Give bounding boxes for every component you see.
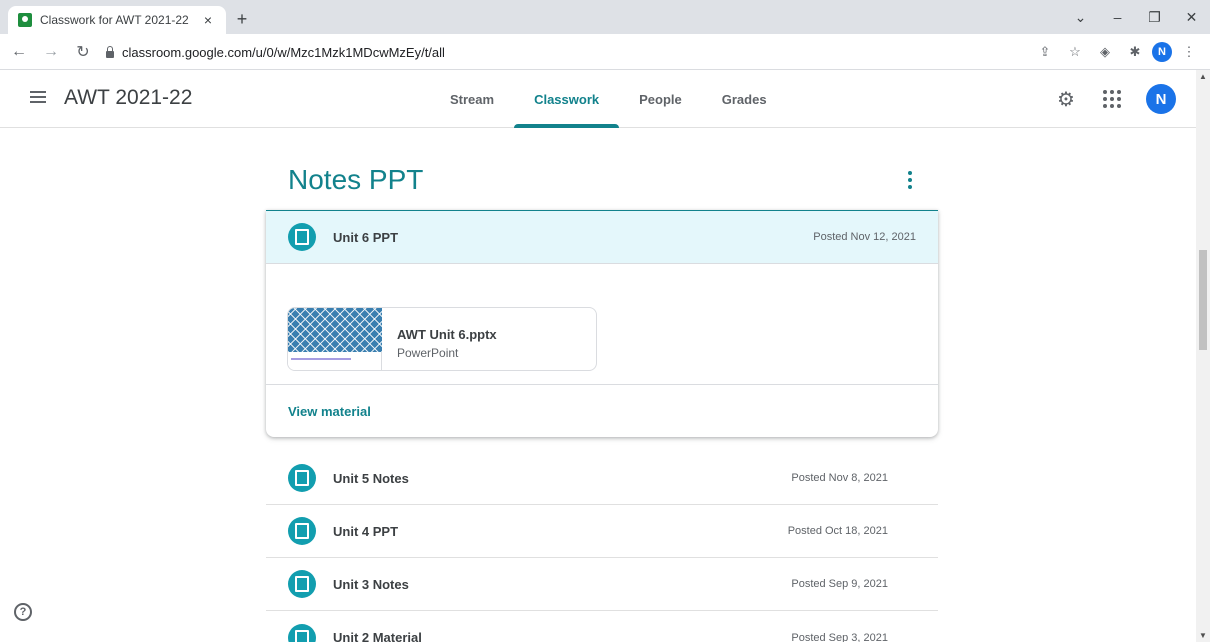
scroll-thumb[interactable] xyxy=(1199,250,1207,350)
restore-button[interactable]: ❐ xyxy=(1136,0,1173,34)
expanded-material-card: Unit 6 PPT Posted Nov 12, 2021 AWT Unit … xyxy=(266,210,938,437)
attachment-type: PowerPoint xyxy=(397,346,459,360)
google-apps-icon[interactable] xyxy=(1100,87,1124,111)
class-nav-tabs: Stream Classwork People Grades xyxy=(430,70,787,128)
header-actions: ⚙ N xyxy=(1054,84,1176,114)
scroll-down-arrow-icon[interactable]: ▼ xyxy=(1199,631,1207,640)
scroll-up-arrow-icon[interactable]: ▲ xyxy=(1199,72,1207,81)
close-window-button[interactable]: ✕ xyxy=(1173,0,1210,34)
tab-classwork[interactable]: Classwork xyxy=(514,70,620,128)
bookmark-star-icon[interactable]: ☆ xyxy=(1062,40,1088,64)
extensions-puzzle-icon[interactable]: ✱ xyxy=(1122,40,1148,64)
window-controls: ⌄ – ❐ ✕ xyxy=(1062,0,1210,34)
material-title: Unit 4 PPT xyxy=(333,523,399,539)
posted-date: Posted Oct 18, 2021 xyxy=(787,525,888,537)
list-item[interactable]: Unit 5 Notes Posted Nov 8, 2021 xyxy=(266,452,938,505)
list-item[interactable]: Unit 4 PPT Posted Oct 18, 2021 xyxy=(266,505,938,558)
reload-icon[interactable]: ↻ xyxy=(70,39,96,65)
browser-tab[interactable]: Classwork for AWT 2021-22 × xyxy=(8,6,226,34)
material-icon xyxy=(288,623,316,642)
tab-people[interactable]: People xyxy=(619,70,702,128)
view-material-link[interactable]: View material xyxy=(288,404,371,419)
attachment-card[interactable]: AWT Unit 6.pptx PowerPoint xyxy=(287,307,597,371)
tab-grades[interactable]: Grades xyxy=(702,70,787,128)
classroom-header: AWT 2021-22 Stream Classwork People Grad… xyxy=(0,70,1196,128)
share-icon[interactable]: ⇪ xyxy=(1032,40,1058,64)
extension-icon[interactable]: ◈ xyxy=(1092,40,1118,64)
address-bar[interactable]: classroom.google.com/u/0/w/Mzc1Mzk1MDcwM… xyxy=(106,40,1026,64)
topic-title: Notes PPT xyxy=(288,164,424,195)
new-tab-button[interactable]: + xyxy=(232,9,252,30)
material-list: Unit 5 Notes Posted Nov 8, 2021 Unit 4 P… xyxy=(266,452,938,642)
material-icon xyxy=(288,570,316,598)
profile-avatar[interactable]: N xyxy=(1152,42,1172,62)
tab-search-icon[interactable]: ⌄ xyxy=(1062,0,1099,34)
tab-stream[interactable]: Stream xyxy=(430,70,514,128)
posted-date: Posted Sep 9, 2021 xyxy=(791,578,888,590)
forward-icon[interactable]: → xyxy=(38,39,64,65)
material-title: Unit 2 Material xyxy=(333,630,422,642)
tab-title: Classwork for AWT 2021-22 xyxy=(40,13,189,27)
posted-date: Posted Nov 12, 2021 xyxy=(813,231,916,243)
list-item[interactable]: Unit 3 Notes Posted Sep 9, 2021 xyxy=(266,558,938,611)
classroom-favicon-icon xyxy=(18,13,32,27)
help-icon[interactable]: ? xyxy=(14,603,32,621)
card-footer: View material xyxy=(266,384,938,437)
url-text: classroom.google.com/u/0/w/Mzc1Mzk1MDcwM… xyxy=(122,44,445,60)
attachment-thumbnail xyxy=(288,308,382,370)
browser-toolbar: ← → ↻ classroom.google.com/u/0/w/Mzc1Mzk… xyxy=(0,34,1210,70)
minimize-button[interactable]: – xyxy=(1099,0,1136,34)
material-title: Unit 3 Notes xyxy=(333,576,409,592)
close-tab-icon[interactable]: × xyxy=(200,12,216,28)
browser-tab-strip: Classwork for AWT 2021-22 × + ⌄ – ❐ ✕ xyxy=(0,0,1210,34)
lock-icon[interactable] xyxy=(106,45,114,58)
posted-date: Posted Sep 3, 2021 xyxy=(791,631,888,642)
back-icon[interactable]: ← xyxy=(6,39,32,65)
topic-more-options-icon[interactable] xyxy=(900,168,920,192)
class-name[interactable]: AWT 2021-22 xyxy=(64,86,192,110)
material-icon xyxy=(288,517,316,545)
material-title: Unit 6 PPT xyxy=(333,229,399,245)
attachment-name: AWT Unit 6.pptx xyxy=(397,327,497,342)
posted-date: Posted Nov 8, 2021 xyxy=(791,472,888,484)
material-header[interactable]: Unit 6 PPT Posted Nov 12, 2021 xyxy=(266,211,938,264)
class-settings-gear-icon[interactable]: ⚙ xyxy=(1054,87,1078,111)
toolbar-actions: ⇪ ☆ ◈ ✱ N ⋮ xyxy=(1032,40,1202,64)
page-scrollbar[interactable]: ▲ ▼ xyxy=(1196,70,1210,642)
material-title: Unit 5 Notes xyxy=(333,470,409,486)
material-icon xyxy=(288,223,316,251)
list-item[interactable]: Unit 2 Material Posted Sep 3, 2021 xyxy=(266,611,938,642)
main-menu-icon[interactable] xyxy=(30,91,46,103)
browser-menu-icon[interactable]: ⋮ xyxy=(1176,40,1202,64)
account-avatar[interactable]: N xyxy=(1146,84,1176,114)
material-icon xyxy=(288,464,316,492)
